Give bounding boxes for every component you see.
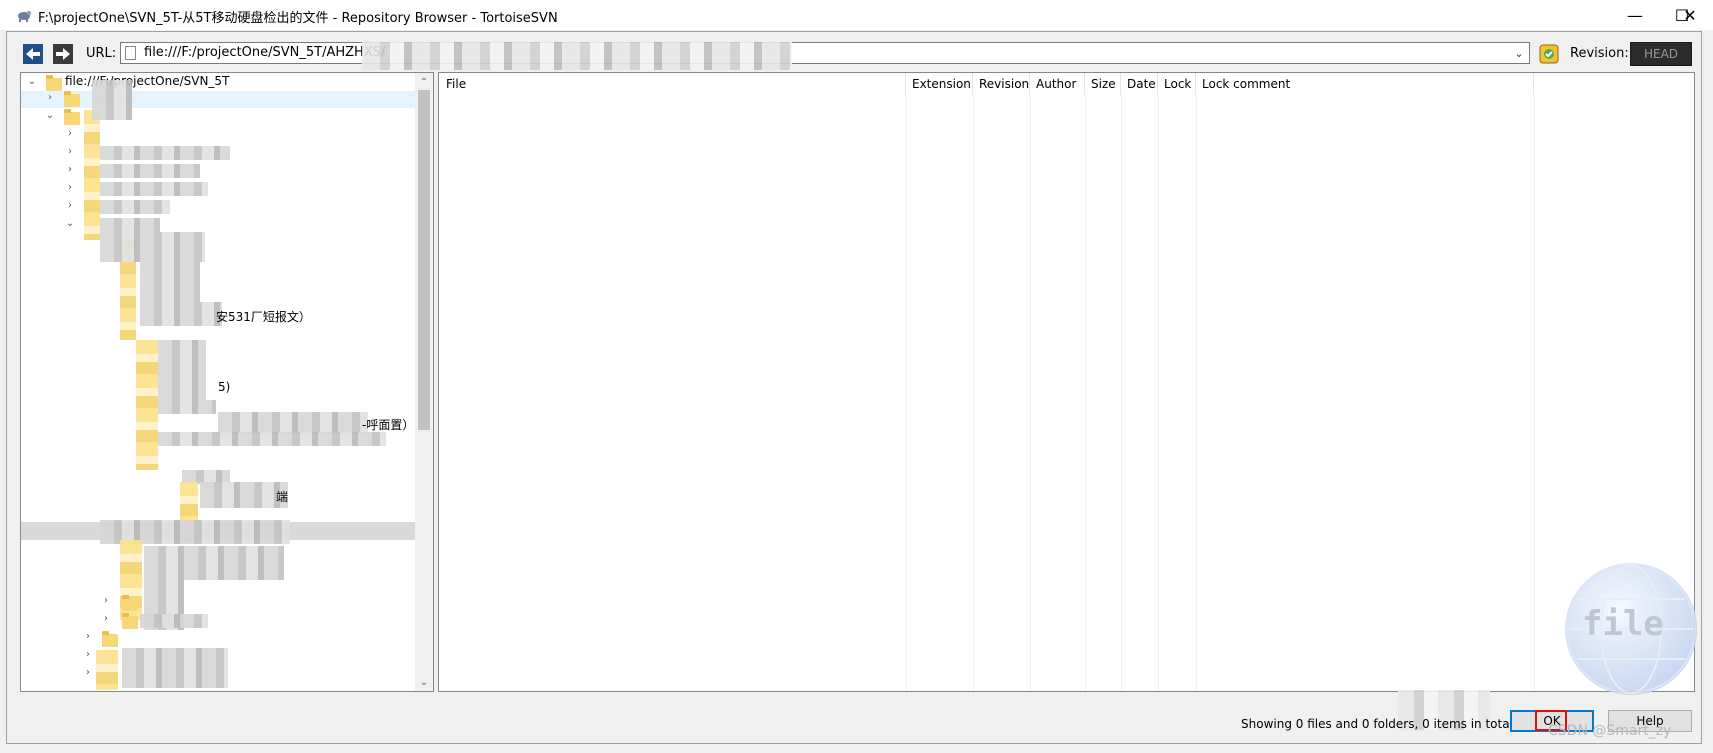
document-icon <box>125 46 136 60</box>
status-text: Showing 0 files and 0 folders, 0 items i… <box>1241 717 1513 731</box>
column-header-file[interactable]: File <box>440 73 906 95</box>
column-divider <box>1030 95 1031 691</box>
chevron-right-icon[interactable]: › <box>64 128 76 139</box>
redacted-tree-label <box>100 232 205 262</box>
column-header-revision[interactable]: Revision <box>973 73 1030 95</box>
column-divider <box>906 95 907 691</box>
redacted-tree-label <box>140 302 222 326</box>
file-list[interactable] <box>438 72 1695 692</box>
folder-icon <box>64 109 80 125</box>
scroll-up-icon[interactable]: ⌃ <box>415 74 433 90</box>
redacted-tree-label <box>218 412 368 434</box>
folder-icon <box>122 613 138 629</box>
tree-root-label[interactable]: file:///F:/projectOne/SVN_5T <box>65 74 229 92</box>
close-icon: ✕ <box>1683 5 1697 25</box>
csdn-watermark: CSDN @Smart_zy <box>1548 723 1672 739</box>
redacted-tree-label <box>158 432 386 446</box>
window-title: F:\projectOne\SVN_5T-从5T移动硬盘检出的文件 - Repo… <box>38 11 558 26</box>
forward-button[interactable] <box>52 43 74 65</box>
chevron-right-icon[interactable]: › <box>44 92 56 103</box>
chevron-down-icon[interactable]: ⌄ <box>26 76 38 87</box>
chevron-down-icon[interactable]: ⌄ <box>64 218 76 229</box>
tree-partial-label: 端 <box>276 490 289 504</box>
revision-picker-icon[interactable] <box>1539 44 1559 64</box>
redacted-tree-label <box>144 546 284 580</box>
scroll-down-icon[interactable]: ⌄ <box>415 674 433 690</box>
folder-icon <box>102 631 118 647</box>
tree-partial-label: 安531厂短报文） <box>216 310 311 324</box>
redacted-tree-label <box>100 182 208 196</box>
redacted-tree-label <box>158 400 216 414</box>
chevron-right-icon[interactable]: › <box>100 595 112 606</box>
redacted-tree-label <box>200 482 288 508</box>
redacted-tree-label <box>100 218 160 232</box>
forward-arrow-icon <box>53 44 73 64</box>
chevron-right-icon[interactable]: › <box>64 164 76 175</box>
url-label: URL: <box>86 46 117 61</box>
tree-partial-label: 5) <box>218 380 231 394</box>
folder-icon <box>46 75 62 91</box>
url-value: file:///F:/projectOne/SVN_5T/AHZHXS/ <box>144 45 386 60</box>
redacted-tree-label <box>92 80 132 120</box>
column-header-extension[interactable]: Extension <box>906 73 973 95</box>
folder-icon <box>64 91 80 107</box>
minimize-hit <box>1613 0 1659 30</box>
back-button[interactable] <box>22 43 44 65</box>
watermark-text: file <box>1582 604 1664 644</box>
revision-label: Revision: <box>1570 46 1629 61</box>
redacted-folder-column <box>136 340 158 470</box>
chevron-down-icon[interactable]: ⌄ <box>44 110 56 121</box>
tortoisesvn-app-icon <box>16 7 32 23</box>
back-arrow-icon <box>23 44 43 64</box>
chevron-right-icon[interactable]: › <box>64 182 76 193</box>
chevron-right-icon[interactable]: › <box>82 667 94 678</box>
tree-row-selected[interactable] <box>21 91 415 108</box>
close-button[interactable]: ✕ <box>1667 0 1713 30</box>
tree-scrollbar-thumb[interactable] <box>418 90 430 430</box>
column-divider <box>1121 95 1122 691</box>
column-divider <box>1534 95 1535 691</box>
folder-icon <box>122 595 138 611</box>
redacted-url-region <box>362 42 792 70</box>
column-header-lock-comment[interactable]: Lock comment <box>1196 73 1534 95</box>
column-divider <box>1158 95 1159 691</box>
column-divider <box>1085 95 1086 691</box>
redacted-tree-label <box>100 146 230 160</box>
column-divider <box>973 95 974 691</box>
chevron-right-icon[interactable]: › <box>82 649 94 660</box>
column-header-lock[interactable]: Lock <box>1158 73 1196 95</box>
redacted-tree-label <box>100 200 170 214</box>
redacted-tree-label <box>100 164 200 178</box>
redacted-tree-label <box>140 262 200 302</box>
redacted-tree-label <box>122 648 228 688</box>
chevron-right-icon[interactable]: › <box>100 613 112 624</box>
redacted-tree-label <box>140 614 208 628</box>
chevron-right-icon[interactable]: › <box>64 200 76 211</box>
redacted-folder-column <box>84 110 100 240</box>
column-divider <box>1196 95 1197 691</box>
chevron-right-icon[interactable]: › <box>82 631 94 642</box>
redacted-folder-column <box>96 650 118 690</box>
revision-field[interactable]: HEAD <box>1630 42 1692 66</box>
column-header-author[interactable]: Author <box>1030 73 1085 95</box>
chevron-down-icon[interactable]: ⌄ <box>1510 44 1528 62</box>
column-header-date[interactable]: Date <box>1121 73 1158 95</box>
redacted-tree-label <box>158 340 206 400</box>
chevron-right-icon[interactable]: › <box>64 146 76 157</box>
column-header-size[interactable]: Size <box>1085 73 1121 95</box>
